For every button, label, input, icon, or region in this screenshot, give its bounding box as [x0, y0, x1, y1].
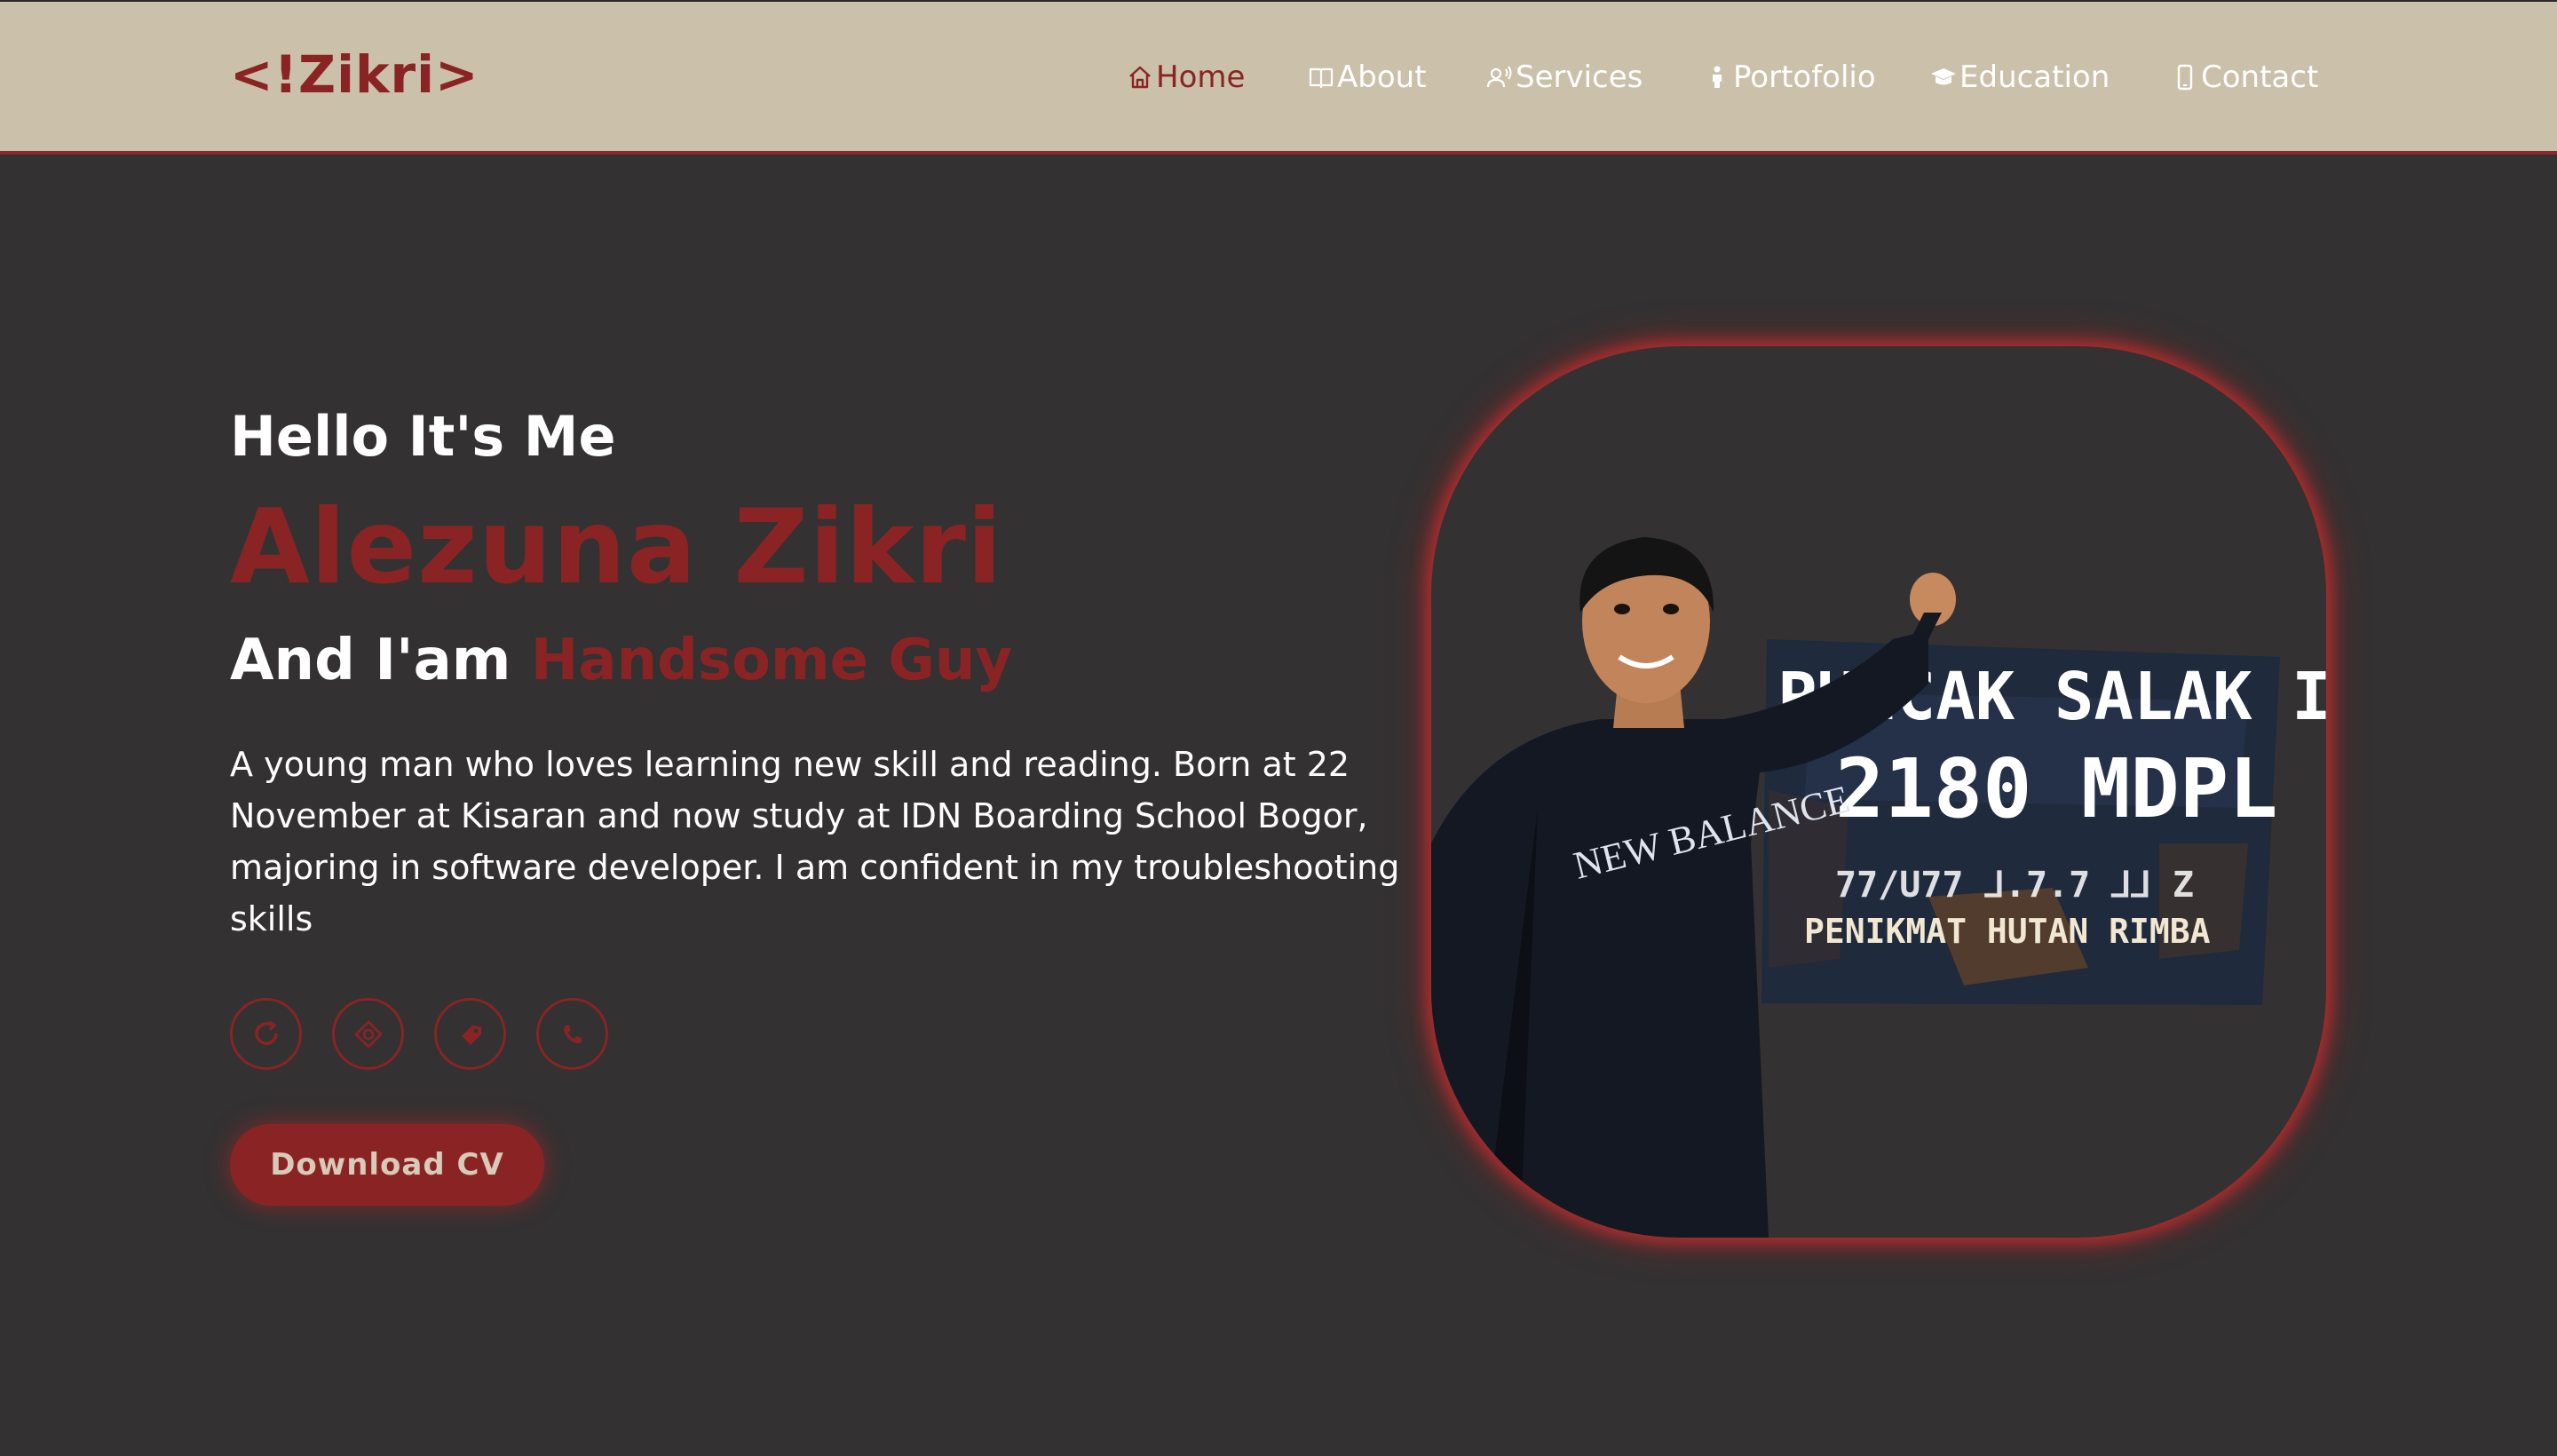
nav-home-label: Home	[1156, 59, 1246, 95]
person-icon	[1703, 63, 1731, 91]
download-cv-button[interactable]: Download CV	[230, 1124, 544, 1206]
profile-photo: PUNCAK SALAK II 2180 MDPL 77/U77 ⅃.7.7 ⅃…	[1431, 537, 2326, 1238]
social-link-4[interactable]	[536, 998, 608, 1070]
role-prefix: And I'am	[230, 628, 511, 693]
phone-handset-icon	[557, 1018, 589, 1050]
hero-role: And I'am Handsome Guy	[230, 623, 1012, 698]
nav-services-label: Services	[1516, 59, 1643, 95]
diamond-icon	[352, 1018, 384, 1050]
site-logo[interactable]: <!Zikri>	[230, 43, 479, 107]
nav-portofolio[interactable]: Portofolio	[1703, 53, 1929, 101]
hero-description: A young man who loves learning new skill…	[230, 745, 1400, 938]
profile-photo-frame: PUNCAK SALAK II 2180 MDPL 77/U77 ⅃.7.7 ⅃…	[1431, 346, 2326, 1238]
hero-greeting: Hello It's Me	[230, 404, 616, 469]
social-link-3[interactable]	[434, 998, 506, 1070]
nav-contact[interactable]: Contact	[2171, 53, 2318, 101]
nav-services[interactable]: Services	[1485, 53, 1703, 101]
refresh-icon	[250, 1018, 282, 1050]
nav-contact-label: Contact	[2201, 59, 2319, 95]
tag-icon	[455, 1018, 487, 1050]
nav-about[interactable]: About	[1307, 53, 1485, 101]
hero-name: Alezuna Zikri	[230, 487, 1003, 607]
social-links	[230, 998, 608, 1070]
graduation-cap-icon	[1929, 63, 1958, 91]
nav-portofolio-label: Portofolio	[1733, 59, 1876, 95]
nav-home[interactable]: Home	[1126, 53, 1307, 101]
social-link-2[interactable]	[332, 998, 404, 1070]
social-link-1[interactable]	[230, 998, 302, 1070]
nav-education-label: Education	[1959, 59, 2110, 95]
home-icon	[1126, 63, 1154, 91]
user-voice-icon	[1485, 63, 1514, 91]
nav-education[interactable]: Education	[1929, 53, 2171, 101]
sign-line-3: 77/U77 ⅃.7.7 ⅃⅃ Z	[1835, 865, 2194, 906]
main-nav: Home About Services Portofolio Education	[1126, 53, 2318, 101]
sign-line-2: 2180 MDPL	[1835, 741, 2278, 836]
nav-about-label: About	[1337, 59, 1427, 95]
book-icon	[1307, 63, 1335, 91]
sign-line-4: PENIKMAT HUTAN RIMBA	[1804, 912, 2211, 951]
role-highlight: Handsome Guy	[530, 628, 1013, 693]
phone-icon	[2171, 63, 2199, 91]
top-navbar: <!Zikri> Home About Services Portofolio	[0, 0, 2557, 154]
